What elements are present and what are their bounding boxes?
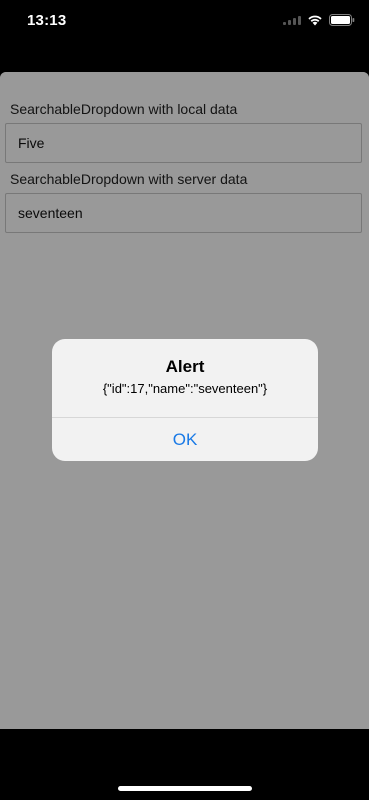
alert-message: {"id":17,"name":"seventeen"} [102,381,268,396]
phone-screen: 13:13 SearchableDropdown with local data… [0,0,369,800]
battery-icon [329,14,355,26]
home-indicator[interactable] [118,786,252,791]
status-bar: 13:13 [0,0,369,44]
wifi-icon [307,14,323,26]
status-icons [283,13,355,27]
alert-title: Alert [165,357,205,376]
cellular-icon [283,15,301,25]
alert-dialog: Alert {"id":17,"name":"seventeen"} OK [52,339,318,461]
status-time: 13:13 [27,12,67,29]
ok-button[interactable]: OK [52,418,318,461]
notch [82,0,287,30]
